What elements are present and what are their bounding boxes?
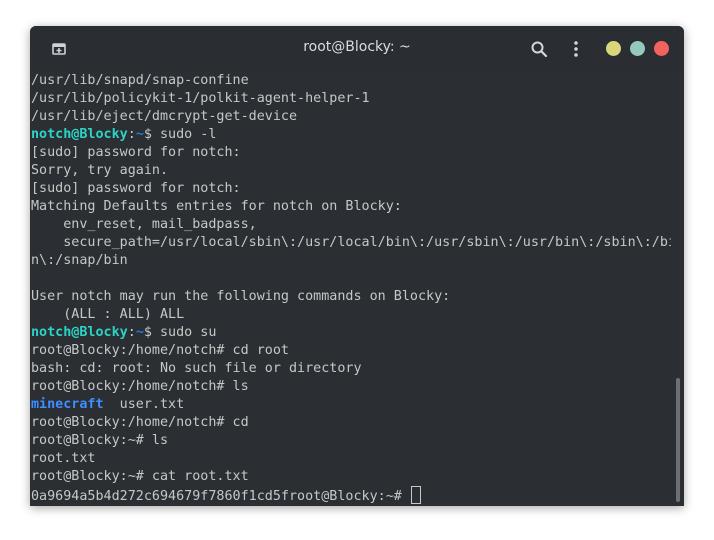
maximize-button[interactable]	[630, 41, 645, 56]
output-text: root@Blocky:~# cat root.txt	[31, 469, 249, 484]
terminal-line: minecraft user.txt	[31, 396, 671, 414]
output-text: /usr/lib/policykit-1/polkit-agent-helper…	[31, 91, 370, 106]
output-text: root@Blocky:/home/notch# ls	[31, 379, 249, 394]
kebab-menu-icon[interactable]	[570, 40, 582, 58]
output-text: root@Blocky:/home/notch# cd root	[31, 343, 289, 358]
output-text: n\:/snap/bin	[31, 253, 128, 268]
output-text: env_reset, mail_badpass,	[31, 217, 257, 232]
terminal-line: n\:/snap/bin	[31, 252, 671, 270]
output-text: bash: cd: root: No such file or director…	[31, 361, 362, 376]
terminal-line: /usr/lib/snapd/snap-confine	[31, 72, 671, 90]
prompt-separator: :	[127, 325, 136, 340]
output-text: /usr/lib/snapd/snap-confine	[31, 73, 249, 88]
title-bar: root@Blocky: ~	[30, 26, 684, 72]
terminal-line: (ALL : ALL) ALL	[31, 306, 671, 324]
terminal-line: /usr/lib/eject/dmcrypt-get-device	[31, 108, 671, 126]
search-icon[interactable]	[530, 40, 548, 58]
command-text: sudo -l	[160, 127, 217, 142]
terminal-line: root@Blocky:/home/notch# ls	[31, 378, 671, 396]
scrollbar-thumb[interactable]	[676, 378, 680, 502]
terminal-line: [sudo] password for notch:	[31, 144, 671, 162]
output-text: Matching Defaults entries for notch on B…	[31, 199, 402, 214]
output-text: root.txt	[31, 451, 96, 466]
terminal-line: notch@Blocky:~$ sudo su	[31, 324, 671, 342]
output-text: root@Blocky:/home/notch# cd	[31, 415, 249, 430]
terminal-line: Matching Defaults entries for notch on B…	[31, 198, 671, 216]
file-entry: user.txt	[103, 397, 185, 412]
terminal-line: root@Blocky:~# cat root.txt	[31, 468, 671, 486]
terminal-line: [sudo] password for notch:	[31, 180, 671, 198]
output-text: User notch may run the following command…	[31, 289, 451, 304]
close-button[interactable]	[654, 41, 669, 56]
terminal-line: User notch may run the following command…	[31, 288, 671, 306]
terminal-window: root@Blocky: ~ /usr/lib/snapd/snap-confi…	[30, 26, 684, 506]
prompt-symbol: $	[143, 325, 160, 340]
output-text: secure_path=/usr/local/sbin\:/usr/local/…	[31, 235, 671, 250]
terminal-line: Sorry, try again.	[31, 162, 671, 180]
output-text: [sudo] password for notch:	[31, 181, 241, 196]
output-and-prompt: 0a9694a5b4d272c694679f7860f1cd5froot@Blo…	[31, 489, 410, 504]
terminal-line: notch@Blocky:~$ sudo -l	[31, 126, 671, 144]
terminal-line: bash: cd: root: No such file or director…	[31, 360, 671, 378]
output-text: root@Blocky:~# ls	[31, 433, 169, 448]
prompt-path: ~	[135, 127, 144, 142]
terminal-line: root.txt	[31, 450, 671, 468]
prompt-separator: :	[127, 127, 136, 142]
window-title: root@Blocky: ~	[303, 39, 411, 55]
terminal-line: /usr/lib/policykit-1/polkit-agent-helper…	[31, 90, 671, 108]
prompt-symbol: $	[143, 127, 160, 142]
terminal-line: root@Blocky:~# ls	[31, 432, 671, 450]
directory-entry: minecraft	[31, 397, 104, 412]
terminal-line: 0a9694a5b4d272c694679f7860f1cd5froot@Blo…	[31, 486, 671, 504]
minimize-button[interactable]	[606, 41, 621, 56]
output-text: Sorry, try again.	[31, 163, 169, 178]
output-text: /usr/lib/eject/dmcrypt-get-device	[31, 109, 298, 124]
prompt-user: notch@Blocky	[31, 325, 128, 340]
terminal-line: root@Blocky:/home/notch# cd	[31, 414, 671, 432]
command-text: sudo su	[160, 325, 217, 340]
prompt-path: ~	[135, 325, 144, 340]
terminal-line: env_reset, mail_badpass,	[31, 216, 671, 234]
terminal-output[interactable]: /usr/lib/snapd/snap-confine/usr/lib/poli…	[31, 72, 671, 506]
terminal-line: secure_path=/usr/local/sbin\:/usr/local/…	[31, 234, 671, 252]
prompt-user: notch@Blocky	[31, 127, 128, 142]
output-text: (ALL : ALL) ALL	[31, 307, 185, 322]
terminal-line: root@Blocky:/home/notch# cd root	[31, 342, 671, 360]
output-text: [sudo] password for notch:	[31, 145, 241, 160]
terminal-cursor	[410, 486, 421, 504]
